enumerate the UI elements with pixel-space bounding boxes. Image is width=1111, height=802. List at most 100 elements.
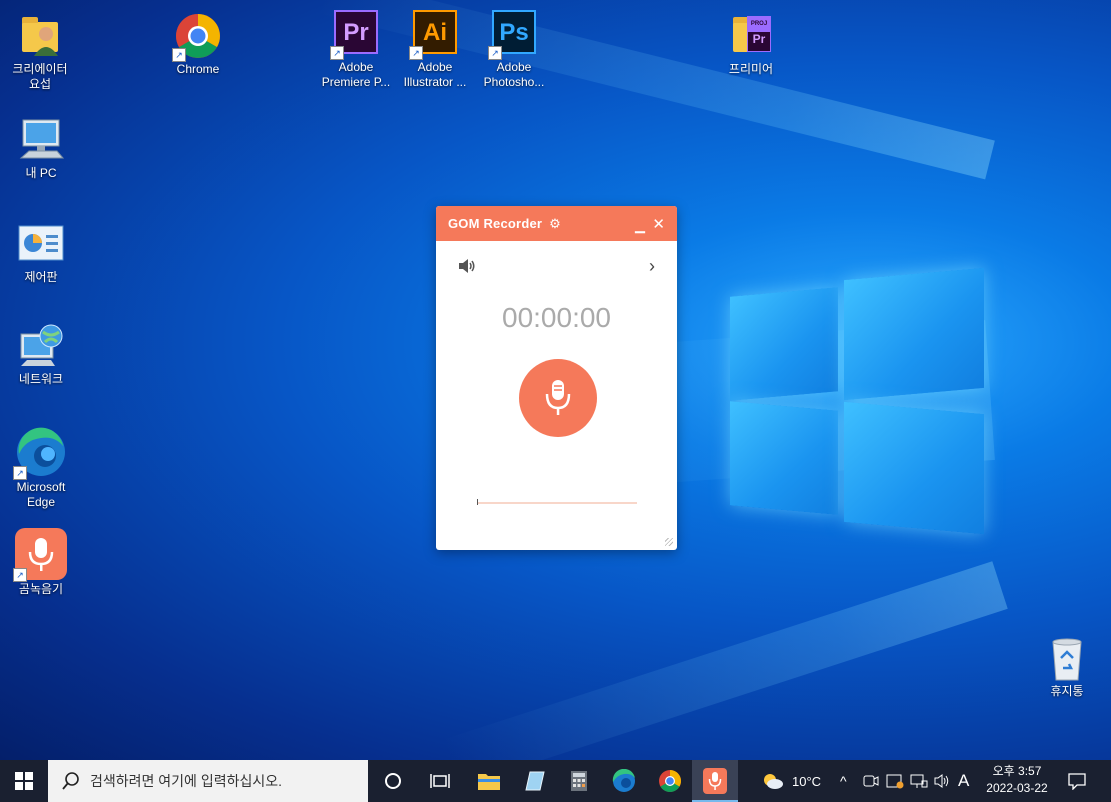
edge-icon: ↗ xyxy=(13,426,67,480)
desktop-icon-recycle-bin[interactable]: 휴지통 xyxy=(1030,634,1104,699)
shortcut-arrow-icon: ↗ xyxy=(409,46,423,60)
desktop-icon-illustrator[interactable]: Ai ↗ Adobe Illustrator ... xyxy=(398,8,472,90)
chevron-up-icon: ^ xyxy=(840,773,847,789)
cortana-icon xyxy=(385,773,401,789)
edge-icon xyxy=(612,769,635,792)
tray-volume[interactable] xyxy=(934,760,952,802)
icon-label: 휴지통 xyxy=(1050,684,1084,698)
network-wired-icon xyxy=(910,774,928,788)
logo-pane xyxy=(730,401,838,515)
cortana-button[interactable] xyxy=(370,760,416,802)
taskbar-gom-recorder[interactable] xyxy=(692,760,738,802)
gom-recorder-app-icon: ↗ xyxy=(13,528,67,582)
taskbar-chrome[interactable] xyxy=(647,760,693,802)
desktop-icon-gom-recorder[interactable]: ↗ 곰녹음기 xyxy=(4,528,78,597)
notification-center-button[interactable] xyxy=(1068,760,1086,802)
icon-label: 내 PC xyxy=(25,166,57,180)
calculator-icon xyxy=(571,771,587,791)
level-indicator xyxy=(477,499,478,505)
start-button[interactable] xyxy=(0,760,48,802)
desktop-icon-photoshop[interactable]: Ps ↗ Adobe Photosho... xyxy=(477,8,551,90)
chrome-icon xyxy=(659,770,681,792)
taskbar-search-box[interactable]: 검색하려면 여기에 입력하십시오. xyxy=(48,760,368,802)
shortcut-arrow-icon: ↗ xyxy=(13,568,27,582)
search-placeholder: 검색하려면 여기에 입력하십시오. xyxy=(90,773,282,789)
tray-app-icon[interactable] xyxy=(886,760,904,802)
record-button[interactable] xyxy=(519,359,597,437)
taskbar-clock[interactable]: 오후 3:57 2022-03-22 xyxy=(974,763,1060,797)
computer-icon xyxy=(17,116,65,164)
weather-widget[interactable]: 10°C xyxy=(762,760,821,802)
notification-icon xyxy=(1068,773,1086,790)
volume-icon xyxy=(934,774,949,788)
weather-temperature: 10°C xyxy=(792,773,822,789)
tray-ime[interactable]: A xyxy=(958,760,969,802)
microphone-icon xyxy=(545,380,571,415)
folder-icon xyxy=(478,774,500,790)
icon-label: Microsoft xyxy=(16,480,66,494)
illustrator-icon: Ai ↗ xyxy=(409,10,459,60)
task-view-button[interactable] xyxy=(417,760,463,802)
search-icon xyxy=(62,772,79,790)
desktop-icon-network[interactable]: 네트워크 xyxy=(4,322,78,387)
network-icon xyxy=(17,322,65,370)
icon-label: Adobe xyxy=(338,60,374,74)
desktop-icon-control-panel[interactable]: 제어판 xyxy=(4,220,78,285)
tray-show-hidden-icons[interactable]: ^ xyxy=(840,760,847,802)
resize-grip-icon[interactable] xyxy=(665,538,673,546)
desktop-icon-premiere-folder[interactable]: PROJ Pr 프리미어 xyxy=(714,12,788,77)
tray-network[interactable] xyxy=(910,760,928,802)
premiere-folder-icon: PROJ Pr xyxy=(727,12,775,60)
logo-pane xyxy=(844,267,984,401)
task-view-icon xyxy=(430,774,450,788)
icon-label: Photosho... xyxy=(483,75,545,89)
recycle-bin-icon xyxy=(1043,634,1091,682)
gom-title-bar[interactable]: GOM Recorder ⚙ ▁ ✕ xyxy=(436,206,677,241)
recording-timer: 00:00:00 xyxy=(502,302,611,333)
chevron-right-icon[interactable]: › xyxy=(649,256,655,277)
taskbar-notepad[interactable] xyxy=(512,760,558,802)
speaker-icon[interactable] xyxy=(458,258,476,274)
desktop-icon-edge[interactable]: ↗ Microsoft Edge xyxy=(4,426,78,510)
clock-time: 오후 3:57 xyxy=(992,764,1042,778)
icon-label: 곰녹음기 xyxy=(18,582,64,596)
notepad-icon xyxy=(525,771,545,791)
gom-recorder-taskbar-icon xyxy=(703,768,727,794)
shortcut-arrow-icon: ↗ xyxy=(13,466,27,480)
minimize-button[interactable]: ▁ xyxy=(635,218,645,234)
photoshop-icon: Ps ↗ xyxy=(488,10,538,60)
gom-title: GOM Recorder xyxy=(448,216,543,231)
logo-pane xyxy=(844,401,984,535)
desktop-icon-my-pc[interactable]: 내 PC xyxy=(4,116,78,181)
desktop-icon-chrome[interactable]: ↗ Chrome xyxy=(161,12,235,77)
icon-label: 네트워크 xyxy=(18,372,64,386)
chrome-icon: ↗ xyxy=(172,12,222,62)
ime-indicator: A xyxy=(958,771,970,790)
icon-label: Premiere P... xyxy=(321,75,391,89)
icon-label: 크리에이터 xyxy=(12,62,68,76)
logo-pane xyxy=(730,287,838,401)
close-button[interactable]: ✕ xyxy=(652,215,665,233)
icon-label: Adobe xyxy=(496,60,532,74)
windows-logo-wallpaper xyxy=(728,267,986,535)
icon-label: 요섭 xyxy=(28,77,52,91)
icon-label: Chrome xyxy=(176,62,220,76)
icon-label: 제어판 xyxy=(24,270,58,284)
icon-label: Adobe xyxy=(417,60,453,74)
desktop-icon-premiere[interactable]: Pr ↗ Adobe Premiere P... xyxy=(319,8,393,90)
light-beam xyxy=(440,561,1008,760)
taskbar-file-explorer[interactable] xyxy=(466,760,512,802)
tray-meet-now[interactable] xyxy=(862,760,880,802)
premiere-icon: Pr ↗ xyxy=(330,10,380,60)
icon-label: Edge xyxy=(26,495,56,509)
shortcut-arrow-icon: ↗ xyxy=(488,46,502,60)
taskbar: 검색하려면 여기에 입력하십시오. 10°C ^ A 오후 3:57 2022-… xyxy=(0,760,1111,802)
security-alert-icon xyxy=(886,774,904,789)
windows-start-icon xyxy=(15,772,33,790)
desktop-icon-creator-folder[interactable]: 크리에이터 요섭 xyxy=(3,12,77,92)
gear-icon[interactable]: ⚙ xyxy=(549,216,561,232)
taskbar-calculator[interactable] xyxy=(556,760,602,802)
meet-now-icon xyxy=(863,775,879,787)
weather-partly-cloudy-icon xyxy=(764,774,783,789)
taskbar-edge[interactable] xyxy=(601,760,647,802)
